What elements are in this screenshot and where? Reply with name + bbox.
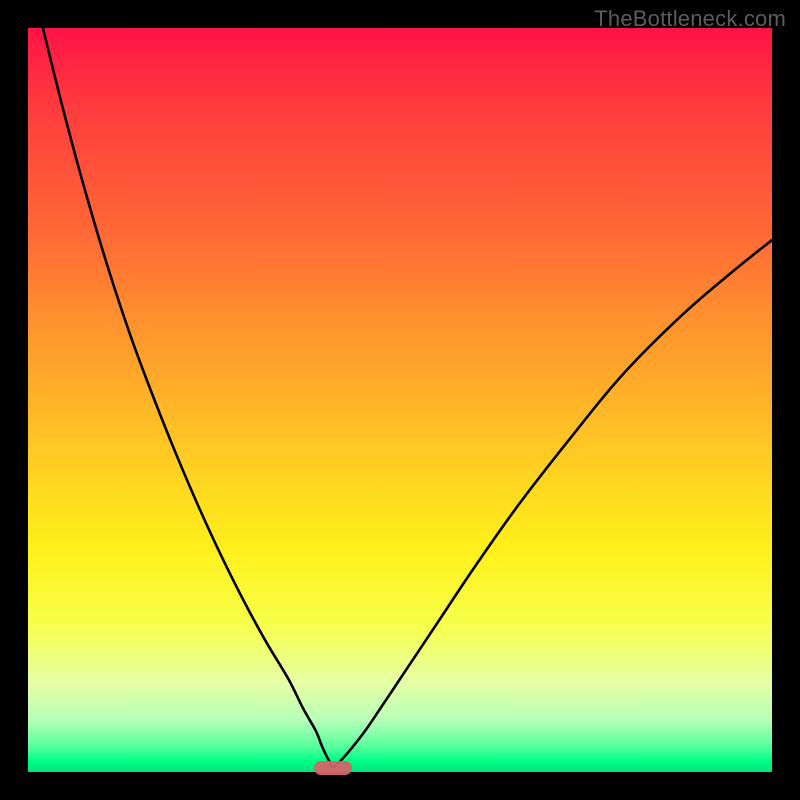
curve-layer — [28, 28, 772, 772]
watermark-text: TheBottleneck.com — [594, 6, 786, 32]
chart-frame: TheBottleneck.com — [0, 0, 800, 800]
bottleneck-marker — [314, 761, 352, 775]
right-branch-curve — [333, 240, 772, 767]
plot-area — [28, 28, 772, 772]
left-branch-curve — [43, 28, 333, 768]
